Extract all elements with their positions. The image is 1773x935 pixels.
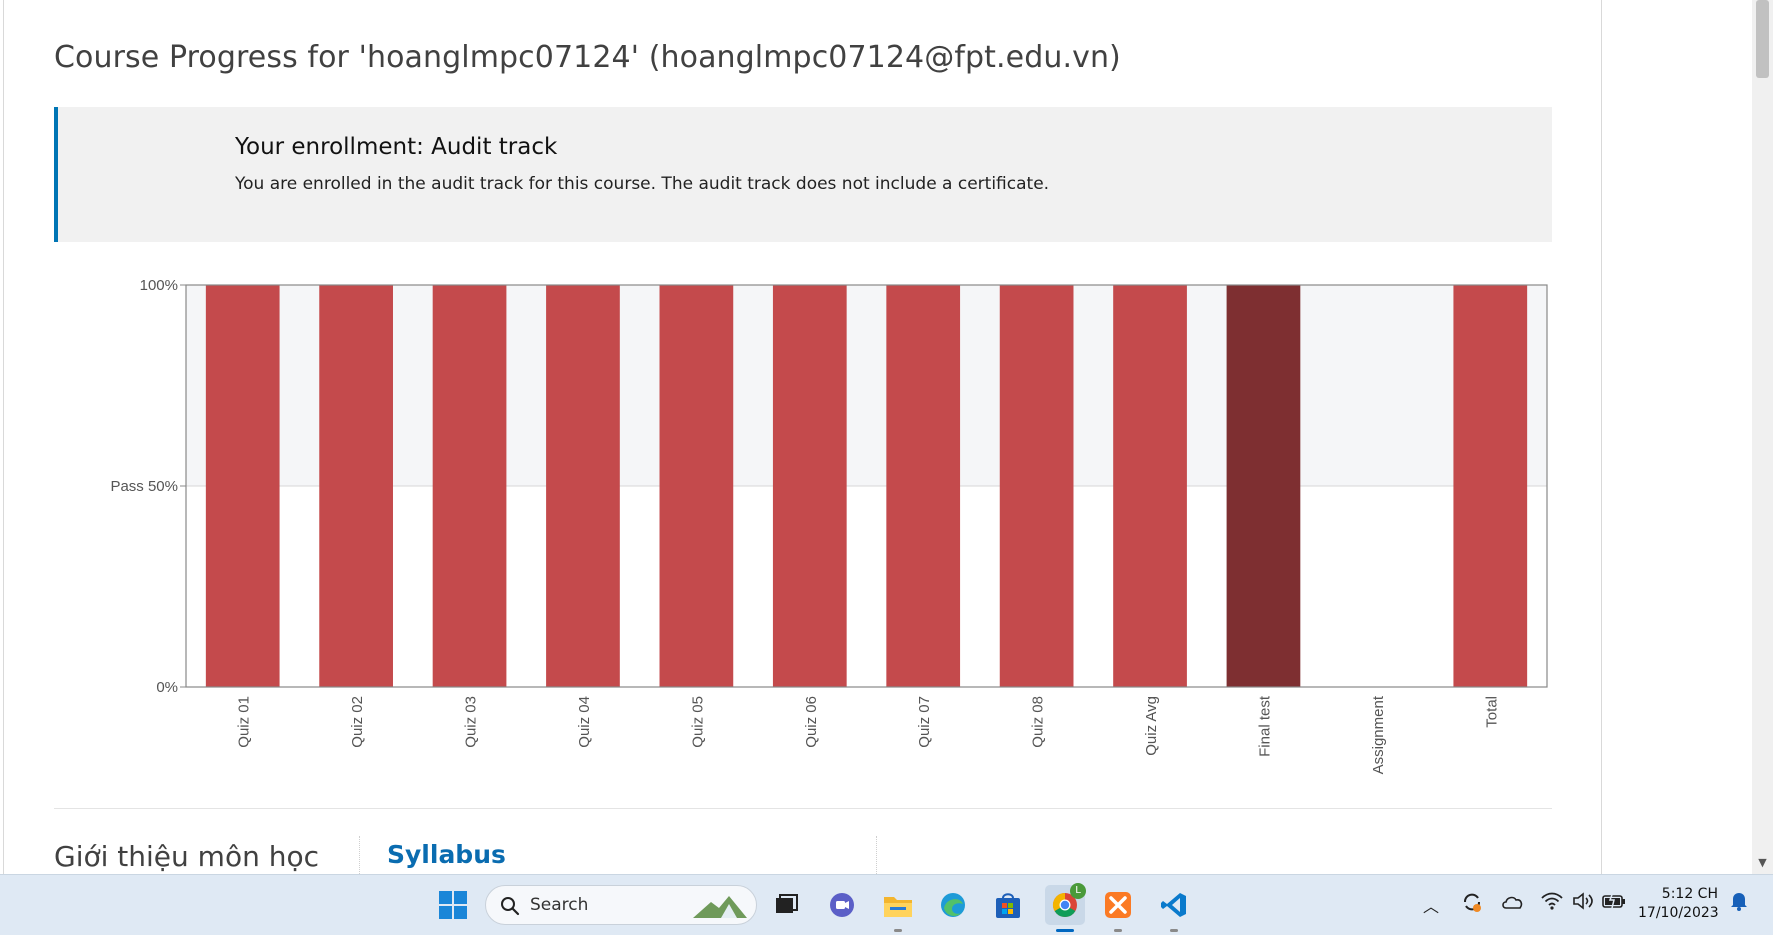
onedrive-cloud-icon[interactable]	[1500, 890, 1526, 916]
x-tick-label: Final test	[1256, 695, 1273, 757]
grade-bar	[886, 285, 961, 687]
vertical-scrollbar[interactable]	[1752, 0, 1773, 874]
enrollment-heading: Your enrollment: Audit track	[235, 134, 558, 160]
section-title: Giới thiệu môn học	[54, 840, 319, 873]
chevron-up-icon[interactable]: ︿	[1423, 893, 1439, 917]
search-icon	[501, 897, 520, 916]
x-tick-label: Quiz 05	[689, 696, 706, 748]
grade-bar	[319, 285, 393, 687]
battery-charging-icon[interactable]	[1601, 890, 1627, 916]
x-tick-label: Assignment	[1370, 695, 1387, 774]
grade-bar	[1226, 285, 1301, 687]
column-separator	[359, 836, 361, 874]
search-highlight-image-icon	[693, 896, 747, 918]
windows-taskbar: Search L ︿ 5:12 CH 17/10/2023	[0, 874, 1773, 935]
x-tick-label: Total	[1483, 696, 1500, 728]
x-tick-label: Quiz 03	[463, 696, 480, 748]
running-indicator	[894, 929, 902, 932]
course-progress-page: Course Progress for 'hoanglmpc07124' (ho…	[0, 0, 1773, 874]
store-icon[interactable]	[990, 887, 1026, 923]
x-tick-label: Quiz 07	[916, 696, 933, 748]
grade-bar	[1113, 285, 1187, 687]
grade-bar	[1453, 285, 1528, 687]
x-tick-label: Quiz 02	[349, 696, 366, 748]
active-indicator	[1056, 929, 1074, 932]
teams-chat-icon[interactable]	[824, 887, 860, 923]
x-tick-label: Quiz 06	[803, 696, 820, 748]
clock-date: 17/10/2023	[1638, 905, 1719, 921]
grade-bar	[205, 285, 280, 687]
scroll-down-arrow-icon[interactable]: ▼	[1752, 852, 1773, 874]
system-clock[interactable]: 5:12 CH 17/10/2023	[1638, 885, 1719, 923]
taskbar-search-box[interactable]: Search	[485, 885, 757, 925]
enrollment-banner: Your enrollment: Audit track You are enr…	[54, 107, 1552, 242]
profile-badge: L	[1070, 883, 1086, 899]
windows-start-icon[interactable]	[435, 887, 471, 923]
x-tick-label: Quiz 04	[576, 696, 593, 748]
vscode-icon[interactable]	[1156, 887, 1192, 932]
x-tick-label: Quiz 01	[236, 696, 253, 748]
chrome-icon[interactable]: L	[1045, 883, 1086, 932]
page-title: Course Progress for 'hoanglmpc07124' (ho…	[54, 40, 1121, 75]
enrollment-message: You are enrolled in the audit track for …	[235, 174, 1050, 194]
file-explorer-icon[interactable]	[880, 887, 916, 932]
y-tick-label: Pass 50%	[110, 478, 178, 495]
wifi-icon[interactable]	[1540, 890, 1564, 916]
volume-icon[interactable]	[1571, 890, 1595, 916]
running-indicator	[1114, 929, 1122, 932]
y-tick-label: 100%	[140, 277, 178, 294]
section-divider	[54, 808, 1552, 809]
xampp-icon[interactable]	[1100, 887, 1136, 932]
scrollbar-thumb[interactable]	[1756, 0, 1769, 78]
grade-bar	[546, 285, 620, 687]
syllabus-link[interactable]: Syllabus	[387, 840, 506, 869]
sync-icon[interactable]	[1460, 890, 1484, 918]
task-view-icon[interactable]	[768, 887, 804, 923]
x-tick-label: Quiz Avg	[1143, 696, 1160, 756]
search-placeholder: Search	[530, 895, 589, 915]
grade-bar	[999, 285, 1074, 687]
grade-bar	[772, 285, 847, 687]
y-tick-label: 0%	[156, 679, 178, 696]
clock-time: 5:12 CH	[1661, 886, 1718, 902]
edge-icon[interactable]	[935, 887, 971, 923]
grade-chart: Quiz 01 Quiz 02 Quiz 03 Quiz 04 Quiz 05 Quiz …	[110, 277, 1548, 774]
notification-bell-icon[interactable]	[1728, 890, 1750, 916]
x-tick-label: Quiz 08	[1030, 696, 1047, 748]
content-right-border	[1601, 0, 1602, 874]
column-separator	[876, 836, 878, 874]
running-indicator	[1170, 929, 1178, 932]
grade-bar	[659, 285, 734, 687]
grade-bar	[432, 285, 507, 687]
